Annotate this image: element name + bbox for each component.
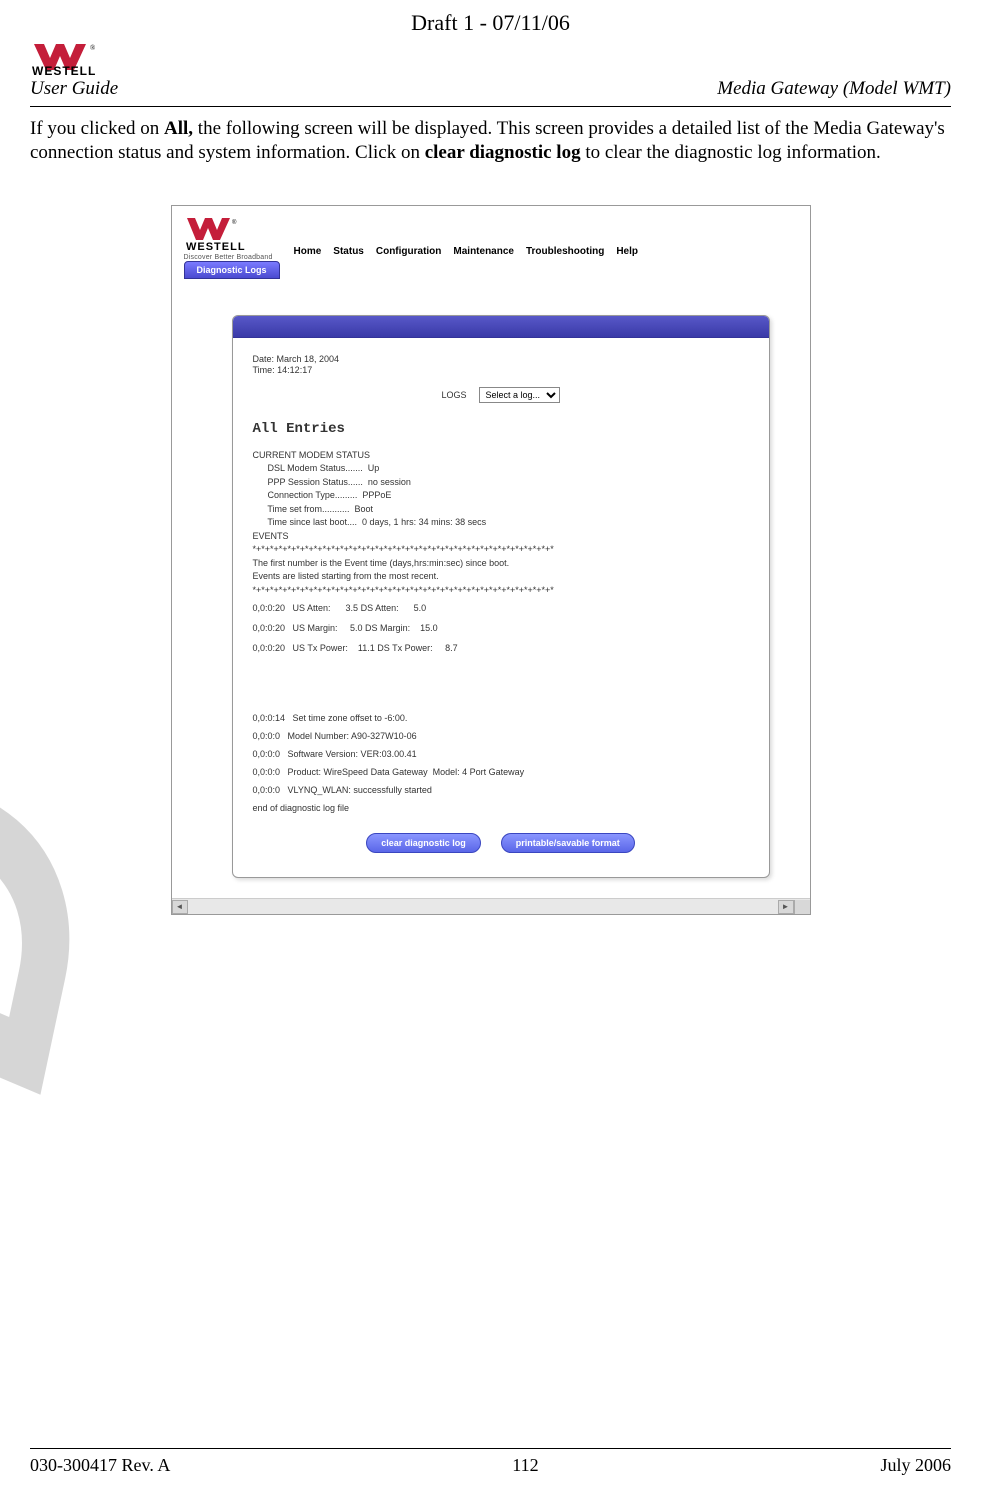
- event-row: 0,0:0:0 Model Number: A90-327W10-06: [253, 731, 749, 741]
- logs-label: LOGS: [441, 390, 466, 400]
- footer-page-number: 112: [512, 1455, 538, 1476]
- menu-troubleshooting[interactable]: Troubleshooting: [526, 246, 604, 257]
- menu-home[interactable]: Home: [294, 246, 322, 257]
- printable-savable-format-button[interactable]: printable/savable format: [501, 833, 635, 853]
- panel-header-bar: [233, 316, 769, 338]
- westell-logo-small: WESTELL ®: [184, 216, 274, 252]
- scroll-left-arrow-icon[interactable]: ◄: [172, 900, 188, 914]
- doc-title: Media Gateway (Model WMT): [717, 78, 951, 100]
- horizontal-scrollbar[interactable]: ◄ ►: [172, 898, 810, 914]
- svg-text:®: ®: [232, 219, 237, 226]
- event-row: 0,0:0:0 Product: WireSpeed Data Gateway …: [253, 767, 749, 777]
- event-row: 0,0:0:14 Set time zone offset to -6:00.: [253, 713, 749, 723]
- time-label: Time: 14:12:17: [253, 365, 749, 377]
- svg-text:WESTELL: WESTELL: [186, 241, 246, 252]
- event-row: 0,0:0:0 VLYNQ_WLAN: successfully started: [253, 785, 749, 795]
- menu-maintenance[interactable]: Maintenance: [453, 246, 514, 257]
- menu-help[interactable]: Help: [616, 246, 638, 257]
- clear-diagnostic-log-button[interactable]: clear diagnostic log: [366, 833, 481, 853]
- menu-status[interactable]: Status: [333, 246, 364, 257]
- westell-logo: WESTELL ®: [30, 40, 140, 76]
- scroll-right-arrow-icon[interactable]: ►: [778, 900, 794, 914]
- footer-rev: 030-300417 Rev. A: [30, 1455, 170, 1476]
- footer-date: July 2006: [880, 1455, 951, 1476]
- event-row: 0,0:0:20 US Atten: 3.5 DS Atten: 5.0: [253, 603, 749, 613]
- page-footer: 030-300417 Rev. A 112 July 2006: [30, 1448, 951, 1476]
- all-entries-heading: All Entries: [253, 421, 749, 437]
- draft-watermark: D: [0, 120, 180, 1120]
- event-row: 0,0:0:20 US Tx Power: 11.1 DS Tx Power: …: [253, 643, 749, 653]
- svg-text:WESTELL: WESTELL: [32, 64, 96, 76]
- main-menu: Home Status Configuration Maintenance Tr…: [294, 246, 638, 261]
- event-row: 0,0:0:0 Software Version: VER:03.00.41: [253, 749, 749, 759]
- tagline: Discover Better Broadband: [184, 254, 273, 261]
- tab-diagnostic-logs[interactable]: Diagnostic Logs: [184, 261, 280, 279]
- svg-text:D: D: [0, 727, 180, 1120]
- date-label: Date: March 18, 2004: [253, 354, 749, 366]
- current-modem-status: CURRENT MODEM STATUS DSL Modem Status...…: [253, 449, 749, 598]
- draft-header: Draft 1 - 07/11/06: [30, 10, 951, 36]
- intro-paragraph: If you clicked on All, the following scr…: [30, 117, 951, 165]
- screenshot-container: WESTELL ® Discover Better Broadband Home…: [171, 205, 811, 916]
- user-guide-label: User Guide: [30, 78, 118, 100]
- svg-text:®: ®: [90, 44, 96, 52]
- menu-configuration[interactable]: Configuration: [376, 246, 442, 257]
- end-of-log: end of diagnostic log file: [253, 803, 749, 813]
- log-panel: Date: March 18, 2004 Time: 14:12:17 LOGS…: [232, 315, 770, 879]
- scroll-corner: [794, 900, 810, 914]
- scroll-track[interactable]: [188, 900, 778, 914]
- logs-select[interactable]: Select a log...: [479, 387, 560, 403]
- event-row: 0,0:0:20 US Margin: 5.0 DS Margin: 15.0: [253, 623, 749, 633]
- page-header-row: WESTELL ® User Guide Media Gateway (Mode…: [30, 40, 951, 107]
